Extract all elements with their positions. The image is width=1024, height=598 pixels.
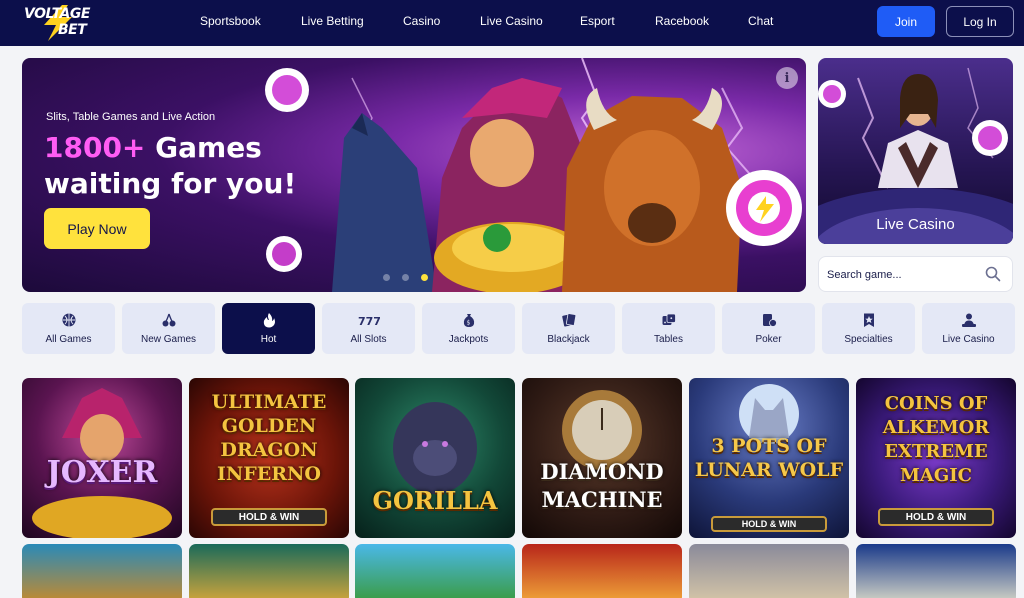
logo-line1: VOLTAGE <box>24 6 90 22</box>
poker-cards-icon <box>763 314 777 327</box>
tab-specialties[interactable]: Specialties <box>822 303 915 354</box>
tab-label: Specialties <box>844 334 893 345</box>
voltagebet-logo[interactable]: VOLTAGE BET <box>22 5 96 41</box>
globe-icon <box>62 313 76 327</box>
nav-live-casino[interactable]: Live Casino <box>480 14 543 28</box>
flame-icon <box>263 313 275 328</box>
tab-label: All Games <box>45 334 92 345</box>
tab-all-games[interactable]: All Games <box>22 303 115 354</box>
game-tile-joxer[interactable]: JOXER <box>22 378 182 538</box>
playing-cards-icon <box>562 313 577 327</box>
game-tile-gorilla[interactable]: GORILLA <box>355 378 515 538</box>
tab-blackjack[interactable]: Blackjack <box>522 303 615 354</box>
nav-live-betting[interactable]: Live Betting <box>301 14 364 28</box>
tab-label: All Slots <box>350 334 387 345</box>
nav-sportsbook[interactable]: Sportsbook <box>200 14 261 28</box>
tab-tables[interactable]: Tables <box>622 303 715 354</box>
hero-banner[interactable]: Slits, Table Games and Live Action 1800+… <box>22 58 806 292</box>
cherries-icon <box>162 313 176 327</box>
hold-and-win-badge: HOLD & WIN <box>211 508 327 526</box>
live-casino-card[interactable]: Live Casino <box>818 58 1013 244</box>
svg-text:$: $ <box>467 320 471 327</box>
nav-racebook[interactable]: Racebook <box>655 14 709 28</box>
nav-chat[interactable]: Chat <box>748 14 773 28</box>
tab-label: Blackjack <box>547 334 590 345</box>
live-casino-label: Live Casino <box>876 216 955 233</box>
carousel-dot[interactable] <box>421 274 428 281</box>
game-tile-ultimate-golden-dragon[interactable]: ULTIMATE GOLDEN DRAGON INFERNO HOLD & WI… <box>189 378 349 538</box>
hero-title-line2: waiting for you! <box>44 167 297 200</box>
login-button[interactable]: Log In <box>946 6 1014 37</box>
carousel-dot[interactable] <box>383 274 390 281</box>
game-tile-row2-4[interactable] <box>522 544 682 598</box>
star-badge-icon <box>864 313 874 327</box>
hero-title-rest: Games <box>145 131 262 164</box>
join-button[interactable]: Join <box>877 6 935 37</box>
tab-new-games[interactable]: New Games <box>122 303 215 354</box>
search-input[interactable] <box>827 265 977 285</box>
game-tile-row2-3[interactable] <box>355 544 515 598</box>
carousel-dot[interactable] <box>402 274 409 281</box>
dealer-icon <box>962 313 976 327</box>
game-tile-row2-1[interactable] <box>22 544 182 598</box>
tab-label: Jackpots <box>448 334 489 345</box>
money-bag-icon: $ <box>463 314 475 327</box>
tab-label: Tables <box>654 334 683 345</box>
hold-and-win-badge: HOLD & WIN <box>711 516 827 532</box>
tab-hot[interactable]: Hot <box>222 303 315 354</box>
hold-and-win-badge: HOLD & WIN <box>878 508 994 526</box>
tab-live-casino[interactable]: Live Casino <box>922 303 1015 354</box>
game-tile-coins-of-alkemor[interactable]: COINS OF ALKEMOR EXTREME MAGIC HOLD & WI… <box>856 378 1016 538</box>
dice-icon <box>662 313 676 325</box>
game-tile-row2-2[interactable] <box>189 544 349 598</box>
hero-title: 1800+ Games waiting for you! <box>44 130 296 202</box>
game-title: DIAMOND MACHINE <box>540 459 664 512</box>
tab-jackpots[interactable]: $ Jackpots <box>422 303 515 354</box>
tab-all-slots[interactable]: 777 All Slots <box>322 303 415 354</box>
info-icon[interactable]: i <box>776 67 798 89</box>
game-tile-row2-6[interactable] <box>856 544 1016 598</box>
play-now-button[interactable]: Play Now <box>44 208 150 249</box>
tab-label: New Games <box>140 334 196 345</box>
game-title: COINS OF ALKEMOR EXTREME MAGIC <box>882 393 990 486</box>
hero-title-highlight: 1800+ <box>44 131 146 164</box>
tab-label: Poker <box>755 334 782 345</box>
logo-line2: BET <box>58 22 87 38</box>
game-title: GORILLA <box>372 486 498 515</box>
search-box[interactable] <box>818 256 1013 292</box>
slots-777-icon: 777 <box>358 315 380 328</box>
game-title: ULTIMATE GOLDEN DRAGON INFERNO <box>211 391 327 485</box>
svg-text:777: 777 <box>358 315 380 328</box>
tab-label: Hot <box>260 334 277 345</box>
tab-label: Live Casino <box>942 334 995 345</box>
nav-casino[interactable]: Casino <box>403 14 440 28</box>
top-header: VOLTAGE BET Sportsbook Live Betting Casi… <box>0 0 1024 46</box>
game-title: JOXER <box>46 455 158 490</box>
game-tile-diamond-machine[interactable]: DIAMOND MACHINE <box>522 378 682 538</box>
nav-esport[interactable]: Esport <box>580 14 615 28</box>
hero-subtitle: Slits, Table Games and Live Action <box>46 111 216 123</box>
tab-poker[interactable]: Poker <box>722 303 815 354</box>
game-tile-3-pots-lunar-wolf[interactable]: 3 POTS OF LUNAR WOLF HOLD & WIN <box>689 378 849 538</box>
search-icon[interactable] <box>985 266 1001 282</box>
game-title: 3 POTS OF LUNAR WOLF <box>694 435 844 481</box>
game-tile-row2-5[interactable] <box>689 544 849 598</box>
